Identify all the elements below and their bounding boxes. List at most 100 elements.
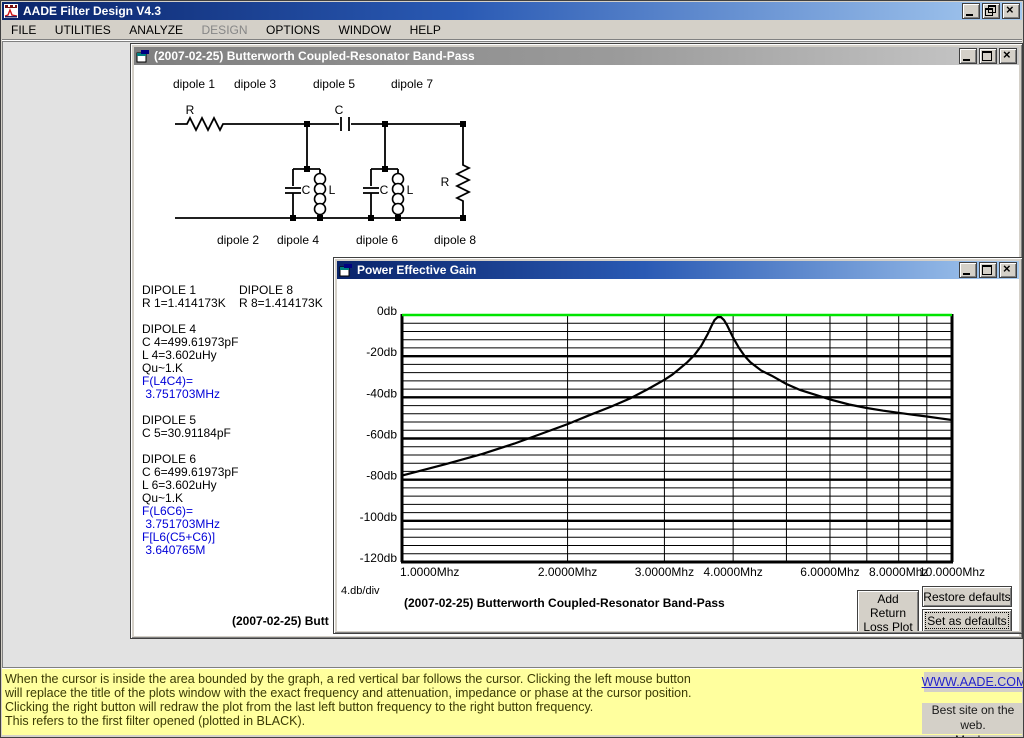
- maximize-button[interactable]: [979, 262, 997, 278]
- result-line: F(L6C6)=: [142, 504, 262, 517]
- dipole-7-label: dipole 7: [391, 77, 433, 91]
- tank2-coil-turn: [393, 204, 404, 215]
- x-tick-label: 1.0000Mhz: [400, 565, 459, 578]
- close-button[interactable]: [999, 262, 1017, 278]
- y-tick-label: 0db: [377, 304, 397, 318]
- y-tick-label: -60db: [366, 428, 397, 442]
- menu-window[interactable]: WINDOW: [331, 20, 398, 40]
- result-line: C 5=30.91184pF: [142, 426, 262, 439]
- load-resistor: [457, 124, 469, 218]
- tank2-inductor-label: L: [407, 183, 414, 197]
- gain-plot[interactable]: 0db-20db-40db-60db-80db-100db-120db1.000…: [342, 282, 1019, 578]
- restore-button[interactable]: [982, 3, 1000, 19]
- plot-canvas: 0db-20db-40db-60db-80db-100db-120db1.000…: [337, 279, 1019, 631]
- db-per-div-label: 4.db/div: [341, 585, 380, 597]
- tagline-line-2: Maybe: [922, 733, 1024, 738]
- menu-utilities[interactable]: UTILITIES: [48, 20, 118, 40]
- plot-window: Power Effective Gain 0db -20db -40db -60db -…: [333, 257, 1023, 634]
- minimize-button[interactable]: [959, 48, 977, 64]
- junction-node: [395, 215, 401, 221]
- main-titlebar[interactable]: AADE Filter Design V4.3: [2, 2, 1022, 20]
- x-tick-label: 6.0000Mhz: [800, 565, 859, 578]
- junction-node: [304, 121, 310, 127]
- tagline-line-1: Best site on the web.: [922, 703, 1024, 733]
- maximize-icon: [982, 265, 992, 275]
- result-line: 3.640765M: [142, 543, 262, 556]
- junction-node: [290, 215, 296, 221]
- minimize-icon: [966, 14, 973, 16]
- plot-window-title: Power Effective Gain: [357, 263, 957, 277]
- restore-icon-back: [988, 5, 996, 13]
- schematic-caption-clipped: (2007-02-25) Butt: [232, 614, 329, 628]
- result-line: DIPOLE 6: [142, 452, 262, 465]
- result-line: DIPOLE 4: [142, 322, 262, 335]
- menu-analyze[interactable]: ANALYZE: [122, 20, 190, 40]
- circuit-schematic: dipole 1 dipole 3 dipole 5 dipole 7 R C: [142, 74, 502, 254]
- info-line: Clicking the right button will redraw th…: [2, 700, 1022, 714]
- tank1-capacitor-label: C: [302, 183, 311, 197]
- plot-caption: (2007-02-25) Butterworth Coupled-Resonat…: [404, 596, 725, 610]
- set-as-defaults-button[interactable]: Set as defaults: [922, 609, 1012, 631]
- app-title: AADE Filter Design V4.3: [23, 4, 960, 18]
- close-button[interactable]: [999, 48, 1017, 64]
- source-resistor-label: R: [186, 103, 195, 117]
- menu-bar: FILE UTILITIES ANALYZE DESIGN OPTIONS WI…: [2, 20, 1022, 40]
- minimize-icon: [963, 59, 970, 61]
- result-line: 3.751703MHz: [142, 387, 262, 400]
- aade-website-link[interactable]: WWW.AADE.COM: [922, 675, 1024, 689]
- add-return-loss-plot-button[interactable]: Add Return Loss Plot: [857, 590, 919, 631]
- dipole-5-label: dipole 5: [313, 77, 355, 91]
- plot-window-titlebar[interactable]: Power Effective Gain: [337, 261, 1019, 279]
- minimize-icon: [963, 273, 970, 275]
- y-tick-label: -40db: [366, 386, 397, 400]
- coupling-capacitor-label: C: [335, 103, 344, 117]
- dipole-1-label: dipole 1: [173, 77, 215, 91]
- plots-window-icon: [339, 263, 353, 277]
- aade-link-box: WWW.AADE.COM: [924, 672, 1024, 692]
- result-line: 3.751703MHz: [142, 517, 262, 530]
- junction-node: [382, 121, 388, 127]
- schematic-window-title: (2007-02-25) Butterworth Coupled-Resonat…: [154, 49, 957, 63]
- maximize-icon: [982, 51, 992, 61]
- tank2-capacitor-label: C: [380, 183, 389, 197]
- junction-node: [460, 215, 466, 221]
- result-line: L 4=3.602uHy: [142, 348, 262, 361]
- tank1-inductor-label: L: [329, 183, 336, 197]
- result-line: DIPOLE 5: [142, 413, 262, 426]
- menu-file[interactable]: FILE: [4, 20, 43, 40]
- menu-help[interactable]: HELP: [403, 20, 448, 40]
- load-resistor-label: R: [441, 175, 450, 189]
- y-tick-label: -100db: [360, 510, 398, 524]
- junction-node: [304, 166, 310, 172]
- junction-node: [382, 166, 388, 172]
- y-tick-label: -80db: [366, 469, 397, 483]
- junction-node: [317, 215, 323, 221]
- dipole-3-label: dipole 3: [234, 77, 276, 91]
- info-panel: When the cursor is inside the area bound…: [2, 668, 1022, 735]
- junction-node: [460, 121, 466, 127]
- maximize-button[interactable]: [979, 48, 997, 64]
- restore-defaults-button[interactable]: Restore defaults: [922, 586, 1012, 607]
- info-line: will replace the title of the plots wind…: [2, 686, 1022, 700]
- dipole-2-label: dipole 2: [217, 233, 259, 247]
- result-line: F[L6(C5+C6)]: [142, 530, 262, 543]
- result-line: C 4=499.61973pF: [142, 335, 262, 348]
- dipole-8-label: dipole 8: [434, 233, 476, 247]
- info-line: When the cursor is inside the area bound…: [2, 672, 1022, 686]
- menu-design[interactable]: DESIGN: [195, 20, 255, 40]
- x-tick-label: 3.0000Mhz: [635, 565, 694, 578]
- tagline: Best site on the web. Maybe: [922, 703, 1024, 734]
- dipole-6-label: dipole 6: [356, 233, 398, 247]
- schematic-window-titlebar[interactable]: (2007-02-25) Butterworth Coupled-Resonat…: [134, 47, 1019, 65]
- app-icon: [4, 4, 18, 18]
- junction-node: [368, 215, 374, 221]
- y-tick-label: -20db: [366, 345, 397, 359]
- x-tick-label: 2.0000Mhz: [538, 565, 597, 578]
- menu-options[interactable]: OPTIONS: [259, 20, 327, 40]
- minimize-button[interactable]: [959, 262, 977, 278]
- result-line: Qu~1.K: [142, 491, 262, 504]
- x-tick-label: 10.0000Mhz: [919, 565, 985, 578]
- minimize-button[interactable]: [962, 3, 980, 19]
- close-button[interactable]: [1002, 3, 1020, 19]
- dipole-results-column-1: DIPOLE 1 R 1=1.414173K DIPOLE 4 C 4=499.…: [142, 283, 262, 569]
